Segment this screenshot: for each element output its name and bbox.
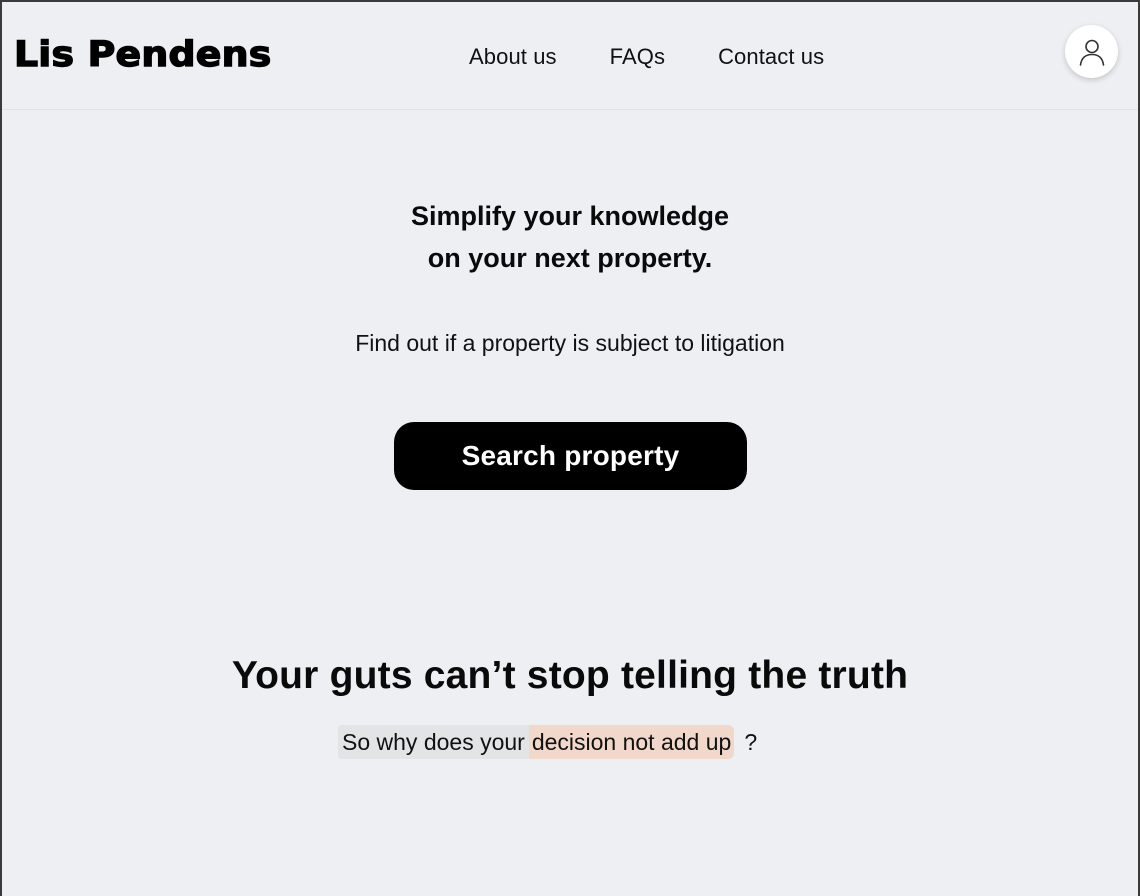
question-highlight-peach: decision not add up [528,725,735,759]
account-avatar-button[interactable] [1065,25,1118,78]
hero-title: Simplify your knowledge on your next pro… [2,195,1138,279]
site-header: Lis Pendens About us FAQs Contact us [2,2,1138,110]
nav-link-contact[interactable]: Contact us [718,44,824,70]
search-property-button[interactable]: Search property [394,422,747,490]
section-title: Your guts can’t stop telling the truth [231,654,909,697]
question-mark: ? [744,728,758,755]
nav-link-faqs[interactable]: FAQs [610,44,665,70]
page: Lis Pendens About us FAQs Contact us Sim… [0,0,1140,896]
hero-title-line1: Simplify your knowledge [410,201,730,231]
question-highlight-gray: So why does your [338,725,529,759]
nav-link-about[interactable]: About us [469,44,557,70]
brand-logo[interactable]: Lis Pendens [13,34,272,75]
hero-subtitle: Find out if a property is subject to lit… [355,330,785,356]
hero-title-line2: on your next property. [427,243,713,273]
section-question: So why does your decision not add up ? [338,725,757,759]
user-icon [1079,39,1104,66]
main-nav: About us FAQs Contact us [469,42,824,72]
